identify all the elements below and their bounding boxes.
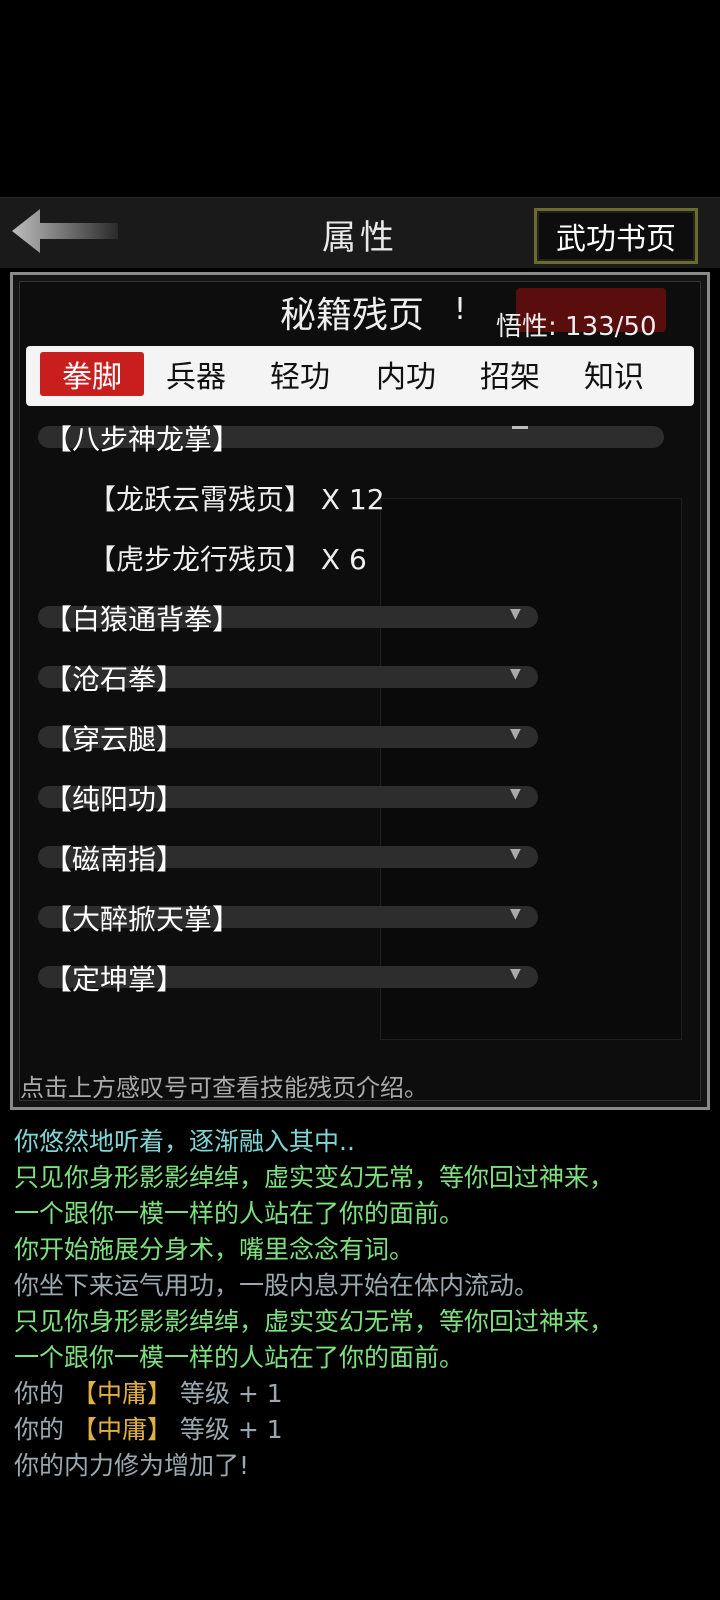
chevron-down-icon[interactable]: ▼ <box>510 846 521 862</box>
group-label: 【磁南指】 <box>44 843 185 876</box>
group-label: 【定坤掌】 <box>44 963 185 996</box>
group-label: 【白猿通背拳】 <box>44 603 241 636</box>
log-line: 你的 【中庸】 等级 + 1 <box>14 1379 283 1408</box>
tab-zhishi[interactable]: 知识 <box>562 352 666 396</box>
martial-book-button[interactable]: 武功书页 <box>534 208 698 264</box>
hint-text: 点击上方感叹号可查看技能残页介绍。 <box>20 1074 428 1102</box>
tab-bingqi[interactable]: 兵器 <box>144 352 248 396</box>
panel-title: 秘籍残页 <box>280 295 425 336</box>
chevron-down-icon[interactable]: ▼ <box>510 966 521 982</box>
log-line: 你的 【中庸】 等级 + 1 <box>14 1415 283 1444</box>
tab-neigong[interactable]: 内功 <box>354 352 458 396</box>
fragment-item[interactable]: 【龙跃云霄残页】 X 12 <box>88 478 385 518</box>
chevron-down-icon[interactable]: ▼ <box>510 906 521 922</box>
log-line: 一个跟你一模一样的人站在了你的面前。 <box>14 1199 465 1228</box>
log-line: 只见你身形影影绰绰，虚实变幻无常，等你回过神来， <box>14 1307 615 1336</box>
log-line: 一个跟你一模一样的人站在了你的面前。 <box>14 1343 465 1372</box>
chevron-down-icon[interactable]: ▼ <box>510 726 521 742</box>
group-label: 【穿云腿】 <box>44 723 185 756</box>
log-line: 你的内力修为增加了! <box>14 1451 250 1480</box>
skill-highlight: 【中庸】 <box>71 1415 172 1444</box>
chevron-down-icon[interactable]: ▼ <box>510 606 521 622</box>
info-exclaim-button[interactable]: ! <box>454 292 466 327</box>
wuxing-counter: 悟性: 133/50 <box>496 312 657 342</box>
log-line: 你坐下来运气用功，一股内息开始在体内流动。 <box>14 1271 540 1300</box>
collapse-icon[interactable] <box>512 426 528 429</box>
chevron-down-icon[interactable]: ▼ <box>510 786 521 802</box>
background-overlay-box <box>380 498 682 1040</box>
fragment-item[interactable]: 【虎步龙行残页】 X 6 <box>88 538 367 578</box>
chevron-down-icon[interactable]: ▼ <box>510 666 521 682</box>
tab-zhaojia[interactable]: 招架 <box>458 352 562 396</box>
skill-highlight: 【中庸】 <box>71 1379 172 1408</box>
group-label: 【沧石拳】 <box>44 663 185 696</box>
log-line: 只见你身形影影绰绰，虚实变幻无常，等你回过神来， <box>14 1163 615 1192</box>
group-label: 【纯阳功】 <box>44 783 185 816</box>
message-log: 你悠然地听着，逐渐融入其中.. 只见你身形影影绰绰，虚实变幻无常，等你回过神来，… <box>0 1118 720 1600</box>
tab-qinggong[interactable]: 轻功 <box>248 352 352 396</box>
tab-quanjiao[interactable]: 拳脚 <box>40 352 144 396</box>
group-label: 【大醉掀天掌】 <box>44 903 241 936</box>
log-line: 你开始施展分身术，嘴里念念有词。 <box>14 1235 415 1264</box>
log-line: 你悠然地听着，逐渐融入其中.. <box>14 1127 355 1156</box>
group-label: 【八步神龙掌】 <box>44 423 241 456</box>
